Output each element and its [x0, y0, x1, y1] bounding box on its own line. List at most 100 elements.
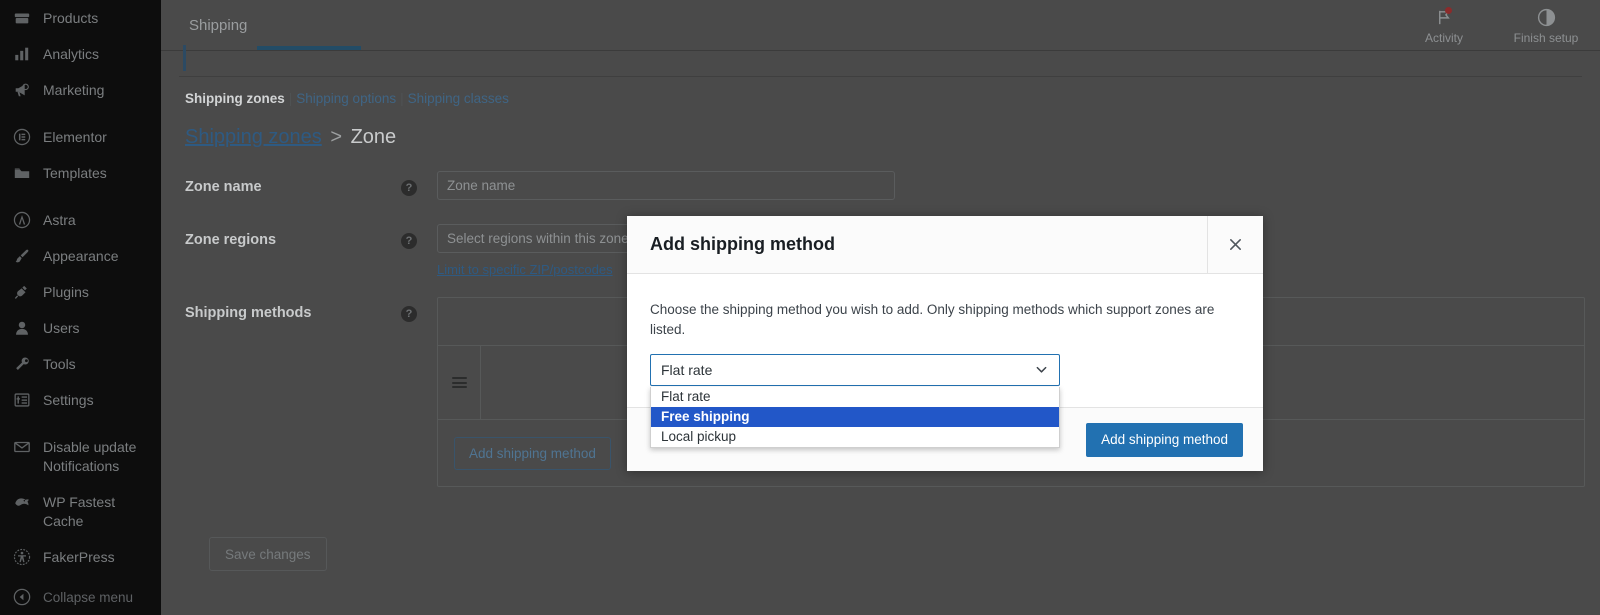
finish-setup-label: Finish setup	[1513, 30, 1579, 45]
sidebar-item-label: Elementor	[43, 129, 107, 145]
subnav-separator: |	[400, 91, 404, 106]
sidebar-item-label: Settings	[43, 392, 94, 408]
shipping-subnav: Shipping zones | Shipping options | Ship…	[161, 77, 1600, 106]
sidebar-item-marketing[interactable]: Marketing	[0, 72, 161, 108]
accessibility-icon	[12, 547, 32, 567]
shipping-methods-label: Shipping methods	[185, 305, 312, 321]
subnav-item-shipping-classes[interactable]: Shipping classes	[408, 91, 509, 106]
sidebar-item-label: Analytics	[43, 46, 100, 62]
shipping-methods-help-icon[interactable]: ?	[401, 306, 417, 322]
zone-regions-label: Zone regions	[185, 232, 277, 248]
page-title: Shipping	[189, 16, 248, 34]
modal-header: Add shipping method	[627, 216, 1263, 274]
sidebar-group-separator	[0, 191, 161, 202]
drag-handle-icon[interactable]	[451, 377, 467, 388]
sidebar-item-label: Templates	[43, 165, 107, 181]
sidebar-item-label: Marketing	[43, 82, 105, 98]
plug-icon	[12, 282, 32, 302]
tab-left-marker	[183, 45, 186, 71]
paintbrush-icon	[12, 246, 32, 266]
page-header: Shipping Activity Finish setup	[161, 0, 1600, 51]
astra-icon	[12, 210, 32, 230]
products-icon	[12, 8, 32, 28]
shipping-method-select-wrapper: Flat rate Flat rate Free shipping Local pi…	[650, 354, 1060, 448]
admin-sidebar: Products Analytics Marketing Elementor Templ…	[0, 0, 161, 615]
activity-label: Activity	[1424, 30, 1463, 45]
sidebar-item-settings[interactable]: Settings	[0, 382, 161, 418]
zone-regions-help-icon[interactable]: ?	[401, 233, 417, 249]
subnav-separator: |	[288, 91, 293, 106]
templates-folder-icon	[12, 163, 32, 183]
sidebar-item-tools[interactable]: Tools	[0, 346, 161, 382]
main-content: Shipping Activity Finish setup Shipping …	[161, 0, 1600, 615]
option-flat-rate[interactable]: Flat rate	[651, 387, 1059, 407]
sidebar-group-separator	[0, 418, 161, 429]
sidebar-item-wp-fastest-cache[interactable]: WP Fastest Cache	[0, 484, 161, 539]
option-free-shipping[interactable]: Free shipping	[651, 407, 1059, 427]
sidebar-item-label: Users	[43, 320, 80, 336]
zone-name-input[interactable]	[437, 171, 895, 200]
sidebar-item-templates[interactable]: Templates	[0, 155, 161, 191]
option-local-pickup[interactable]: Local pickup	[651, 427, 1059, 447]
subnav-item-shipping-zones[interactable]: Shipping zones	[185, 91, 285, 106]
shipping-method-select-value: Flat rate	[661, 362, 713, 378]
activity-badge	[1445, 6, 1452, 14]
activity-button[interactable]: Activity	[1408, 6, 1480, 45]
sidebar-item-label: Plugins	[43, 284, 89, 300]
form-row-zone-name: Zone name ?	[185, 171, 1600, 200]
modal-description: Choose the shipping method you wish to a…	[650, 302, 1215, 337]
sidebar-item-fakerpress[interactable]: FakerPress	[0, 539, 161, 575]
shipping-method-select[interactable]: Flat rate	[650, 354, 1060, 386]
wrench-icon	[12, 354, 32, 374]
sidebar-item-label: Astra	[43, 212, 76, 228]
sidebar-group-separator	[0, 108, 161, 119]
cheetah-icon	[12, 492, 32, 512]
analytics-icon	[12, 44, 32, 64]
sidebar-item-label: Appearance	[43, 248, 119, 264]
sidebar-item-label: Products	[43, 10, 99, 26]
shipping-method-options-list: Flat rate Free shipping Local pickup	[650, 387, 1060, 448]
add-shipping-method-modal: Add shipping method Choose the shipping …	[627, 216, 1263, 471]
sidebar-item-users[interactable]: Users	[0, 310, 161, 346]
sidebar-item-elementor[interactable]: Elementor	[0, 119, 161, 155]
close-icon[interactable]	[1207, 216, 1263, 273]
chevron-down-icon	[1035, 363, 1048, 376]
zone-name-label: Zone name	[185, 179, 262, 195]
modal-body: Choose the shipping method you wish to a…	[627, 274, 1263, 448]
sidebar-item-disable-update-notifications[interactable]: Disable update Notifications	[0, 429, 161, 484]
tab-active-underline	[257, 46, 361, 50]
limit-to-postcodes-link[interactable]: Limit to specific ZIP/postcodes	[437, 262, 613, 277]
sidebar-item-analytics[interactable]: Analytics	[0, 36, 161, 72]
add-shipping-method-button[interactable]: Add shipping method	[454, 436, 611, 470]
breadcrumb-current: Zone	[350, 126, 397, 148]
sidebar-item-collapse-menu[interactable]: Collapse menu	[0, 579, 161, 615]
sidebar-item-plugins[interactable]: Plugins	[0, 274, 161, 310]
settings-tabs-strip	[179, 45, 1582, 77]
subnav-item-shipping-options[interactable]: Shipping options	[296, 91, 396, 106]
modal-add-shipping-method-button[interactable]: Add shipping method	[1086, 422, 1243, 457]
sidebar-item-label: Disable update Notifications	[43, 439, 137, 474]
breadcrumb: Shipping zones > Zone	[161, 106, 1600, 149]
modal-title: Add shipping method	[627, 216, 1207, 273]
zone-name-help-icon[interactable]: ?	[401, 180, 417, 196]
envelope-icon	[12, 437, 32, 457]
breadcrumb-separator: >	[330, 126, 343, 148]
settings-sliders-icon	[12, 390, 32, 410]
sidebar-item-appearance[interactable]: Appearance	[0, 238, 161, 274]
sidebar-item-label: Collapse menu	[43, 590, 134, 605]
collapse-arrow-icon	[12, 587, 32, 607]
sidebar-item-label: Tools	[43, 356, 76, 372]
save-changes-button[interactable]: Save changes	[209, 537, 327, 571]
header-actions: Activity Finish setup	[1408, 0, 1582, 51]
finish-setup-button[interactable]: Finish setup	[1510, 7, 1582, 45]
sidebar-item-label: WP Fastest Cache	[43, 494, 116, 529]
breadcrumb-link-shipping-zones[interactable]: Shipping zones	[185, 126, 322, 148]
sidebar-item-label: FakerPress	[43, 549, 115, 565]
sidebar-item-products[interactable]: Products	[0, 0, 161, 36]
flag-icon	[1433, 6, 1455, 29]
row-drag-handle-cell	[438, 345, 481, 420]
screen-root: Products Analytics Marketing Elementor Templ…	[0, 0, 1600, 615]
sidebar-item-astra[interactable]: Astra	[0, 202, 161, 238]
marketing-icon	[12, 80, 32, 100]
elementor-icon	[12, 127, 32, 147]
